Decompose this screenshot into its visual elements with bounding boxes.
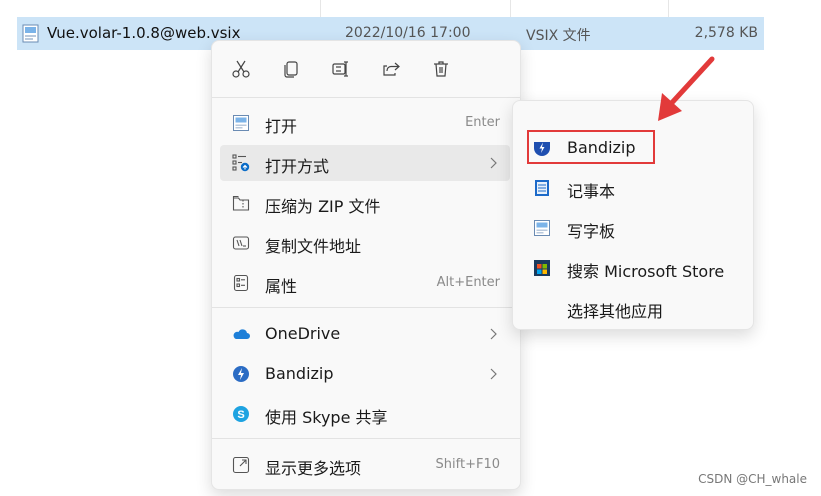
column-separator: [510, 0, 511, 17]
red-arrow-annotation: [658, 56, 715, 121]
menu-item-show-more-options[interactable]: 显示更多选项 Shift+F10: [220, 447, 510, 483]
submenu-item-label: 选择其他应用: [567, 302, 664, 321]
share-button[interactable]: [378, 56, 404, 82]
file-date: 2022/10/16 17:00: [345, 25, 471, 41]
menu-divider: [212, 307, 520, 308]
vsix-file-icon: [22, 24, 39, 43]
column-separator: [320, 0, 321, 17]
submenu-item-choose-other-app[interactable]: 选择其他应用: [521, 290, 745, 326]
menu-item-label: 打开方式: [265, 157, 330, 176]
wordpad-icon: [534, 220, 550, 236]
menu-item-onedrive[interactable]: OneDrive: [220, 316, 510, 352]
menu-divider: [212, 438, 520, 439]
copy-icon: [284, 61, 298, 78]
menu-item-skype-share[interactable]: S 使用 Skype 共享: [220, 396, 510, 432]
zip-icon: [232, 195, 250, 211]
scissors-icon: [232, 60, 250, 78]
skype-icon: S: [233, 406, 249, 422]
menu-item-shortcut: Enter: [465, 115, 500, 130]
cut-button[interactable]: [228, 56, 254, 82]
column-separator: [668, 0, 669, 17]
bandizip-icon: [233, 366, 249, 382]
delete-button[interactable]: [428, 56, 454, 82]
more-options-icon: [232, 456, 250, 474]
highlight-box: [527, 130, 655, 164]
menu-item-shortcut: Shift+F10: [435, 457, 500, 472]
chevron-right-icon: [490, 157, 497, 169]
chevron-right-icon: [490, 368, 497, 380]
menu-item-label: 打开: [265, 117, 298, 136]
menu-item-bandizip[interactable]: Bandizip: [220, 356, 510, 392]
open-icon: [233, 115, 249, 131]
file-size: 2,578 KB: [694, 25, 758, 41]
menu-item-shortcut: Alt+Enter: [436, 275, 500, 290]
menu-item-label: 复制文件地址: [265, 237, 362, 256]
onedrive-icon: [233, 329, 250, 339]
rename-button[interactable]: [328, 56, 354, 82]
menu-item-label: OneDrive: [265, 324, 341, 343]
submenu-item-notepad[interactable]: 记事本: [521, 170, 745, 206]
watermark: CSDN @CH_whale: [698, 472, 807, 486]
submenu-item-label: 搜索 Microsoft Store: [567, 262, 725, 281]
share-icon: [383, 62, 400, 76]
submenu-item-wordpad[interactable]: 写字板: [521, 210, 745, 246]
menu-item-label: 显示更多选项: [265, 459, 362, 478]
copy-path-icon: [232, 236, 250, 250]
notepad-icon: [535, 180, 549, 196]
menu-toolbar: [212, 51, 520, 87]
submenu-item-label: 写字板: [567, 222, 616, 241]
menu-item-label: 压缩为 ZIP 文件: [265, 197, 381, 216]
menu-item-label: 使用 Skype 共享: [265, 408, 388, 427]
copy-button[interactable]: [278, 56, 304, 82]
context-menu: 打开 Enter 打开方式 压缩为 ZIP 文件 复制文件地址 属性 Alt+E…: [211, 40, 521, 490]
menu-item-copy-path[interactable]: 复制文件地址: [220, 225, 510, 261]
submenu-item-label: 记事本: [567, 182, 616, 201]
open-with-icon: [232, 154, 250, 172]
svg-text:S: S: [237, 409, 244, 421]
properties-icon: [233, 274, 249, 292]
rename-icon: [332, 61, 348, 77]
store-icon: [534, 260, 550, 276]
menu-item-open[interactable]: 打开 Enter: [220, 105, 510, 141]
menu-divider: [212, 97, 520, 98]
menu-item-properties[interactable]: 属性 Alt+Enter: [220, 265, 510, 301]
trash-icon: [434, 61, 448, 77]
submenu-item-microsoft-store[interactable]: 搜索 Microsoft Store: [521, 250, 745, 286]
chevron-right-icon: [490, 328, 497, 340]
menu-item-label: Bandizip: [265, 364, 334, 383]
menu-item-open-with[interactable]: 打开方式: [220, 145, 510, 181]
menu-item-compress-zip[interactable]: 压缩为 ZIP 文件: [220, 185, 510, 221]
file-type: VSIX 文件: [526, 28, 591, 44]
file-name: Vue.volar-1.0.8@web.vsix: [47, 24, 241, 42]
menu-item-label: 属性: [265, 277, 298, 296]
